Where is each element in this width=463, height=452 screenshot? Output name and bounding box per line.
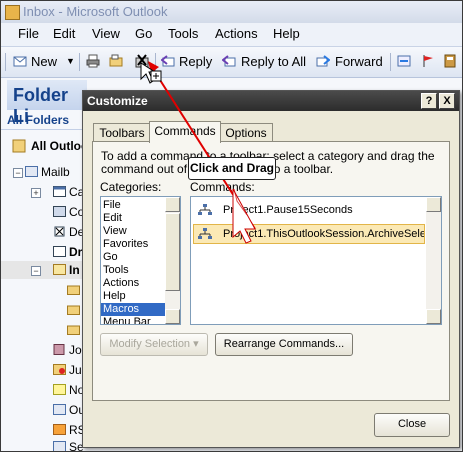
journal-icon [53, 344, 65, 355]
calendar-expand-icon[interactable]: + [31, 188, 41, 198]
send-receive-icon[interactable] [397, 54, 411, 68]
inbox-collapse-icon[interactable]: − [31, 266, 41, 276]
move-to-folder-icon[interactable] [109, 54, 123, 68]
address-book-icon[interactable] [443, 54, 457, 68]
tab-commands[interactable]: Commands [149, 121, 221, 143]
print-icon[interactable] [86, 54, 100, 68]
standard-toolbar: New ▼ Reply Reply to All Forward [1, 47, 462, 78]
outlook-app-icon [5, 5, 20, 20]
toolbar-separator [155, 53, 156, 71]
help-button[interactable]: ? [421, 93, 437, 109]
menu-go[interactable]: Go [135, 26, 152, 41]
menu-bar: File Edit View Go Tools Actions Help [1, 23, 462, 47]
menu-edit[interactable]: Edit [53, 26, 75, 41]
scroll-up-arrow-icon[interactable] [165, 197, 180, 212]
commands-list[interactable]: Project1.Pause15Seconds Project1.ThisOut… [190, 196, 442, 325]
close-button[interactable]: Close [374, 413, 450, 437]
menu-actions[interactable]: Actions [215, 26, 258, 41]
nav-divider [1, 129, 91, 130]
categories-label: Categories: [100, 180, 162, 194]
commands-scrollbar[interactable] [426, 197, 441, 324]
command-label: Project1.Pause15Seconds [223, 204, 353, 216]
category-item[interactable]: Actions [103, 277, 139, 290]
sent-items-icon [53, 441, 66, 451]
macro-icon [198, 204, 212, 215]
category-item[interactable]: Go [103, 251, 118, 264]
reply-all-button[interactable]: Reply to All [241, 54, 306, 69]
folder-list-header: Folder Li [7, 80, 87, 126]
categories-scrollbar[interactable] [165, 197, 180, 324]
tab-options[interactable]: Options [219, 123, 273, 142]
toolbar-grip [5, 53, 6, 71]
menu-view[interactable]: View [92, 26, 120, 41]
title-bar: Inbox - Microsoft Outlook [1, 1, 462, 23]
reply-all-icon[interactable] [222, 54, 236, 68]
scroll-thumb[interactable] [165, 213, 180, 291]
scroll-down-arrow-icon[interactable] [165, 309, 180, 324]
command-label: Project1.ThisOutlookSession.ArchiveSelec… [223, 228, 425, 240]
menu-help[interactable]: Help [273, 26, 300, 41]
all-outlook-items[interactable]: All Outloc [31, 139, 88, 153]
scroll-up-arrow-icon[interactable] [426, 197, 441, 212]
mailbox-collapse-icon[interactable]: − [13, 168, 23, 178]
menu-tools[interactable]: Tools [168, 26, 198, 41]
contacts-icon [53, 206, 66, 217]
dialog-title-bar: Customize ? X [83, 91, 459, 111]
outlook-window: Inbox - Microsoft Outlook File Edit View… [0, 0, 463, 452]
customize-dialog: Customize ? X Toolbars Commands Options … [82, 90, 460, 448]
category-item[interactable]: View [103, 225, 127, 238]
drafts-icon [53, 246, 66, 257]
folder-list-icon [12, 139, 26, 153]
junk-mail-icon [53, 364, 66, 375]
command-item-highlighted[interactable]: Project1.ThisOutlookSession.ArchiveSelec… [193, 224, 425, 244]
forward-button[interactable]: Forward [335, 54, 383, 69]
outbox-icon [53, 404, 66, 415]
reply-icon[interactable] [161, 54, 175, 68]
folder-icon [67, 305, 80, 315]
all-folders-label: All Folders [7, 113, 70, 127]
window-title: Inbox - Microsoft Outlook [23, 4, 168, 19]
new-dropdown-arrow-icon[interactable]: ▼ [66, 56, 75, 66]
tab-toolbars[interactable]: Toolbars [93, 123, 151, 142]
category-item[interactable]: Tools [103, 264, 129, 277]
modify-selection-button[interactable]: Modify Selection ▾ [100, 333, 208, 356]
category-item[interactable]: Favorites [103, 238, 148, 251]
rss-feeds-icon [53, 424, 66, 435]
category-item-selected[interactable]: Macros [101, 303, 165, 316]
reply-button[interactable]: Reply [179, 54, 212, 69]
dialog-close-x-button[interactable]: X [439, 93, 455, 109]
macro-icon [198, 228, 212, 239]
calendar-icon [53, 186, 66, 197]
rearrange-commands-button[interactable]: Rearrange Commands... [215, 333, 353, 356]
notes-icon [53, 384, 66, 395]
category-item[interactable]: File [103, 199, 121, 212]
toolbar-separator [79, 53, 80, 71]
forward-icon[interactable] [316, 54, 330, 68]
click-and-drag-tooltip: Click and Drag [188, 157, 276, 180]
deleted-items-icon [54, 226, 65, 237]
category-item[interactable]: Menu Bar [103, 316, 151, 324]
scroll-down-arrow-icon[interactable] [426, 309, 441, 324]
commands-panel: To add a command to a toolbar: select a … [92, 141, 450, 401]
folder-icon [67, 325, 80, 335]
new-mail-icon[interactable] [13, 54, 27, 68]
folder-icon [67, 285, 80, 295]
inbox-icon [53, 264, 66, 275]
category-item[interactable]: Help [103, 290, 126, 303]
flag-icon[interactable] [421, 54, 435, 68]
commands-label: Commands: [190, 180, 255, 194]
category-item[interactable]: Edit [103, 212, 122, 225]
menu-file[interactable]: File [18, 26, 39, 41]
new-button[interactable]: New [31, 54, 57, 69]
toolbar-separator [390, 53, 391, 71]
categories-list[interactable]: File Edit View Favorites Go Tools Action… [100, 196, 181, 325]
command-item[interactable]: Project1.Pause15Seconds [193, 200, 425, 220]
delete-icon[interactable] [135, 54, 149, 68]
mailbox-icon [25, 166, 38, 177]
dialog-title: Customize [87, 94, 148, 108]
